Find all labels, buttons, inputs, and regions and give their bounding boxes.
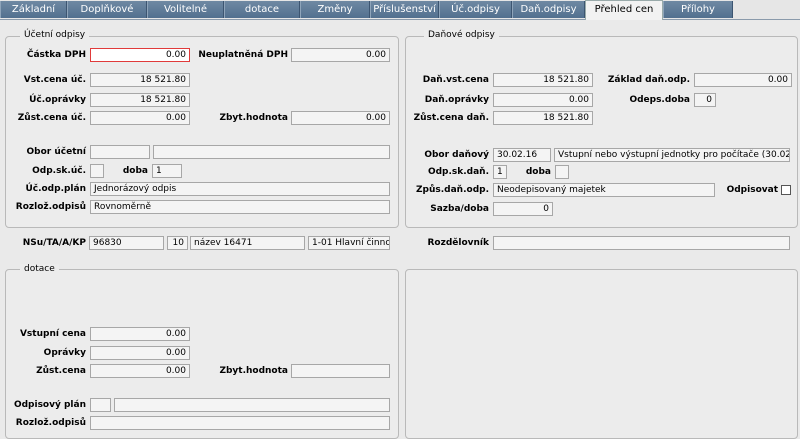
dotace-panel-title: dotace [20,264,59,275]
uc-opravky-label: Úč.oprávky [29,95,86,105]
zust-cena-dan-label: Zůst.cena daň. [413,113,489,123]
obor-danovy-name-field[interactable]: Vstupní nebo výstupní jednotky pro počít… [554,148,790,162]
dan-opravky-label: Daň.oprávky [424,95,489,105]
tax-panel-title: Daňové odpisy [424,30,499,41]
tab-dotace[interactable]: dotace [224,1,300,18]
zust-cena-uc-field[interactable]: 0.00 [90,111,190,125]
tab-volitelne[interactable]: Volitelné [147,1,224,18]
zpusob-dan-odp-label: Způs.daň.odp. [416,185,489,195]
dotace-zust-cena-label: Zůst.cena [36,366,86,376]
dotace-zbyt-hodnota-field[interactable] [291,364,390,378]
odp-sk-dan-label: Odp.sk.daň. [427,167,489,177]
obor-danovy-label: Obor daňový [424,150,489,160]
dotace-opravky-label: Oprávky [43,348,86,358]
dotace-zbyt-hodnota-label: Zbyt.hodnota [219,366,288,376]
odp-sk-dan-field[interactable]: 1 [493,165,507,179]
neuplatnena-dph-label: Neuplatněná DPH [198,50,288,60]
tab-bar: Základní Doplňkové Volitelné dotace Změn… [0,0,800,20]
odp-sk-uc-label: Odp.sk.úč. [32,166,86,176]
nsu-field-4[interactable]: 1-01 Hlavní činnost [308,236,390,250]
zust-cena-dan-field[interactable]: 18 521.80 [493,111,593,125]
tab-doplnkove[interactable]: Doplňkové [67,1,147,18]
empty-panel [405,269,798,439]
tab-uc-odpisy[interactable]: Úč.odpisy [439,1,512,18]
uc-odp-plan-field[interactable]: Jednorázový odpis [90,182,390,196]
dotace-zust-cena-field[interactable]: 0.00 [90,364,190,378]
odeps-doba-field[interactable]: 0 [694,93,716,107]
odpisovat-checkbox[interactable] [781,185,791,195]
obor-ucetni-label: Obor účetní [26,147,87,157]
uc-odp-plan-label: Úč.odp.plán [25,184,86,194]
nsu-label: NSu/TA/A/KP [22,238,86,248]
vst-cena-uc-field[interactable]: 18 521.80 [90,73,190,87]
nsu-field-3[interactable]: název 16471 [190,236,305,250]
dotace-odp-plan-label: Odpisový plán [13,400,86,410]
vst-cena-uc-label: Vst.cena úč. [23,75,86,85]
neuplatnena-dph-field[interactable]: 0.00 [291,48,390,62]
rozdelovnik-field[interactable] [493,236,790,250]
odpisovat-label: Odpisovat [726,185,778,195]
doba-dan-field[interactable] [555,165,569,179]
tab-prehled-cen[interactable]: Přehled cen [585,0,663,20]
odeps-doba-label: Odeps.doba [629,95,690,105]
castka-dph-field[interactable]: 0.00 [90,48,190,62]
dan-vst-cena-field[interactable]: 18 521.80 [493,73,593,87]
castka-dph-label: Částka DPH [26,50,86,60]
tab-prilohy[interactable]: Přílohy [663,1,733,18]
zpusob-dan-odp-field[interactable]: Neodepisovaný majetek [493,183,715,197]
sazba-doba-label: Sazba/doba [430,204,489,214]
zbyt-hodnota-label: Zbyt.hodnota [219,113,288,123]
obor-danovy-code-field[interactable]: 30.02.16 [493,148,551,162]
tab-prislusenstvi[interactable]: Příslušenství [370,1,439,18]
dotace-odp-plan-field[interactable] [114,398,390,412]
tab-zmeny[interactable]: Změny [300,1,370,18]
doba-uc-label: doba [122,166,148,176]
dotace-vst-cena-field[interactable]: 0.00 [90,327,190,341]
tax-panel [405,36,798,228]
obor-ucetni-code-field[interactable] [90,145,150,159]
dotace-rozloz-label: Rozlož.odpisů [15,418,86,428]
accounting-panel-title: Účetní odpisy [20,30,90,41]
dotace-odp-plan-code-field[interactable] [90,398,111,412]
sazba-doba-field[interactable]: 0 [493,202,553,216]
odp-sk-uc-field[interactable] [90,164,104,178]
nsu-field-2[interactable]: 10 [167,236,188,250]
tab-zakladni[interactable]: Základní [0,1,67,18]
doba-uc-field[interactable]: 1 [152,164,182,178]
rozloz-odpisu-field[interactable]: Rovnoměrně [90,200,390,214]
zaklad-dan-odp-field[interactable]: 0.00 [694,73,792,87]
obor-ucetni-name-field[interactable] [153,145,390,159]
tab-dan-odpisy[interactable]: Daň.odpisy [512,1,585,18]
dotace-vst-cena-label: Vstupní cena [19,329,86,339]
rozdelovnik-label: Rozdělovník [427,238,489,248]
dan-vst-cena-label: Daň.vst.cena [422,75,489,85]
uc-opravky-field[interactable]: 18 521.80 [90,93,190,107]
dotace-rozloz-field[interactable] [90,416,390,430]
dan-opravky-field[interactable]: 0.00 [493,93,593,107]
rozloz-odpisu-label: Rozlož.odpisů [15,202,86,212]
doba-dan-label: doba [525,167,551,177]
zbyt-hodnota-field[interactable]: 0.00 [291,111,390,125]
zust-cena-uc-label: Zůst.cena úč. [17,113,86,123]
zaklad-dan-odp-label: Základ daň.odp. [607,75,690,85]
nsu-field-1[interactable]: 96830 [89,236,164,250]
dotace-opravky-field[interactable]: 0.00 [90,346,190,360]
